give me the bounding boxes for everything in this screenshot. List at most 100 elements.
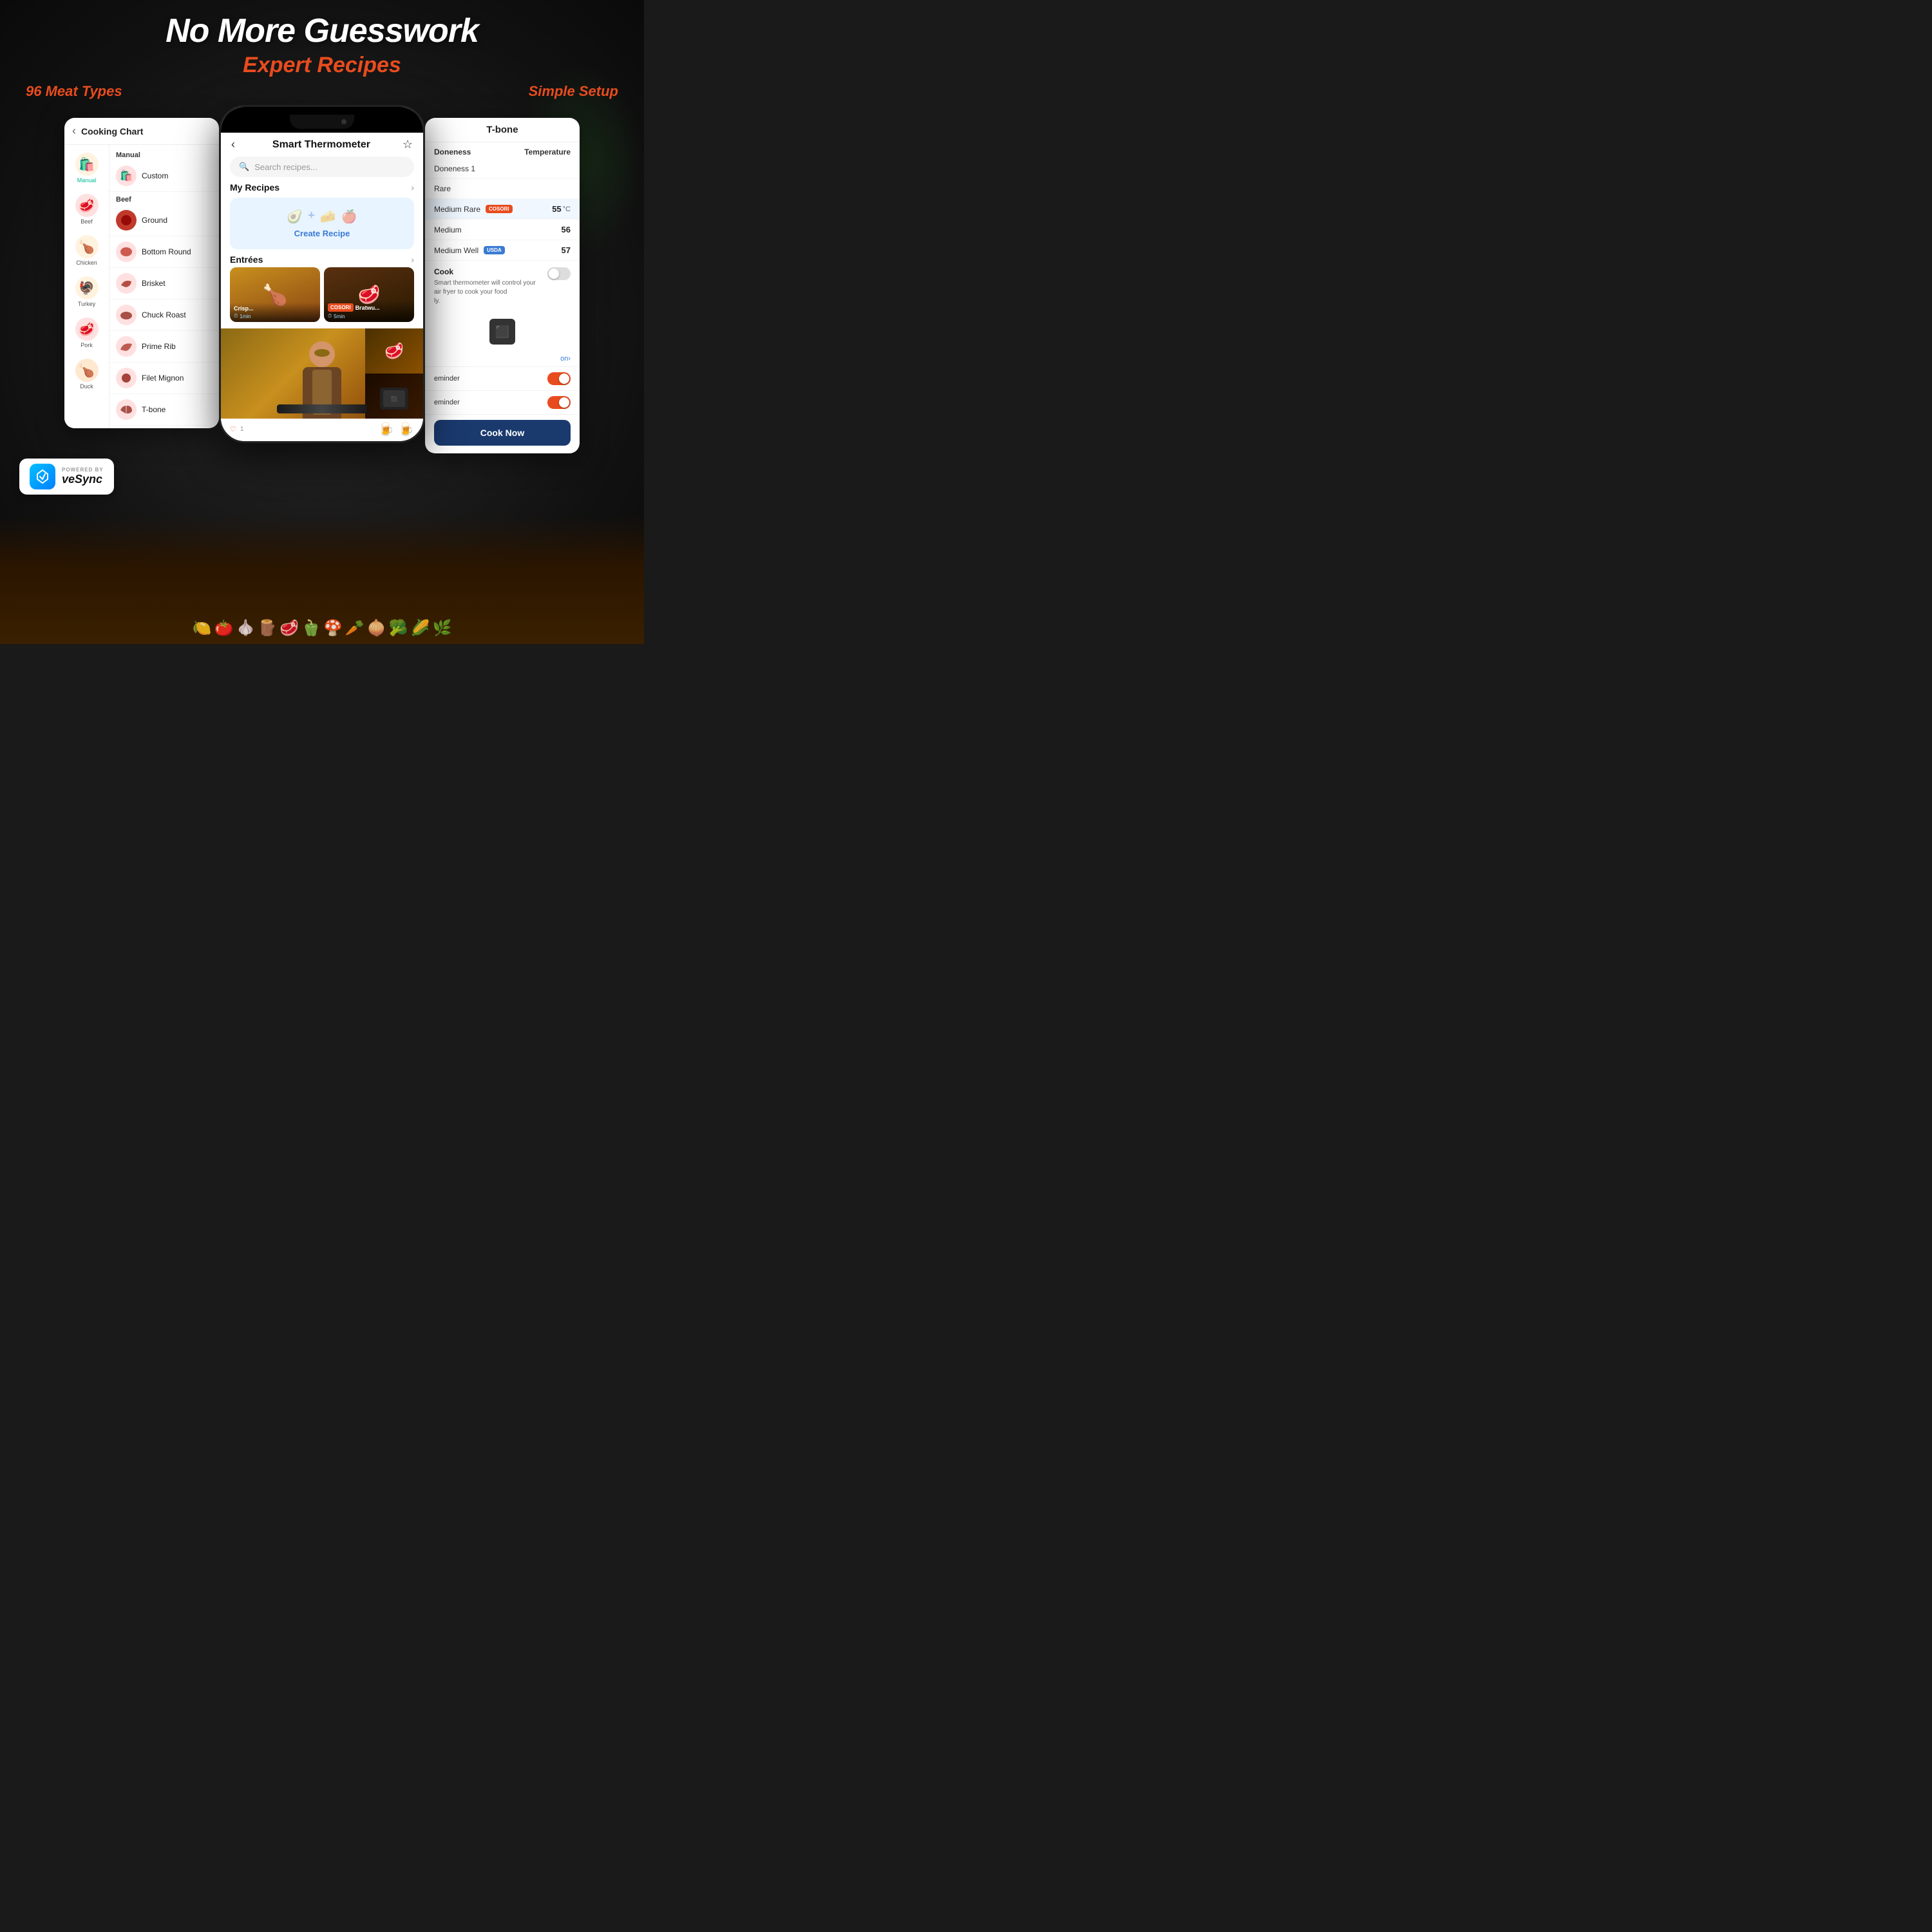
on-row[interactable]: on › <box>425 351 580 367</box>
chef-hair <box>314 349 330 357</box>
smart-cook-desc: Smart thermometer will control your air … <box>434 279 536 306</box>
doneness-row-medium-well[interactable]: Medium Well USDA 57 <box>425 240 580 261</box>
smart-cook-section: Cook Smart thermometer will control your… <box>425 261 580 312</box>
smart-cook-toggle[interactable] <box>547 267 571 280</box>
my-recipes-arrow[interactable]: › <box>411 182 414 193</box>
like-count: 1 <box>240 426 244 433</box>
temperature-col-header: Temperature <box>524 147 571 156</box>
phone-back-icon[interactable]: ‹ <box>231 138 235 151</box>
vegetable-decorations: 🍋 🍅 🧄 🪵 🥩 🫑 🍄 🥕 🧅 🥦 🌽 🌿 <box>0 528 644 644</box>
beef-icon: 🥩 <box>75 194 99 217</box>
doneness-row-1[interactable]: Doneness 1 <box>425 159 580 179</box>
recipe-card-right[interactable]: 🥩 COSORI Bratwu... ⏱ 5min <box>324 267 414 322</box>
categories-column: 🛍️ Manual 🥩 Beef 🍗 Chicken 🦃 Turkey 🥩 <box>64 145 109 428</box>
beer-bottle-2: 🍺 <box>398 421 414 437</box>
veggie-carrot: 🥕 <box>345 619 365 638</box>
cook-now-button[interactable]: Cook Now <box>434 420 571 446</box>
meat-item-prime-rib[interactable]: Prime Rib <box>109 331 219 363</box>
entrees-header: Entrées › <box>230 254 414 265</box>
doneness-col-header: Doneness <box>434 147 471 156</box>
medium-rare-name: Medium Rare <box>434 205 480 214</box>
doneness-1-name: Doneness 1 <box>434 164 475 173</box>
category-chicken[interactable]: 🍗 Chicken <box>64 230 109 271</box>
search-bar[interactable]: 🔍 Search recipes... <box>230 156 414 177</box>
panels-container: ‹ Cooking Chart 🛍️ Manual 🥩 Beef 🍗 Chick… <box>0 105 644 453</box>
bottom-round-icon <box>116 242 137 262</box>
left-section-label: 96 Meat Types <box>26 83 122 100</box>
apple-icon: 🍎 <box>341 209 357 225</box>
smart-cook-header: Cook Smart thermometer will control your… <box>434 267 571 306</box>
reminder-1-label: eminder <box>434 375 460 383</box>
meat-item-tbone[interactable]: T-bone <box>109 394 219 426</box>
chef-head <box>309 341 335 367</box>
filet-mignon-icon <box>116 368 137 388</box>
powered-by-badge: POWERED BY veSync <box>19 459 114 495</box>
meat-item-bottom-round[interactable]: Bottom Round <box>109 236 219 268</box>
rare-name: Rare <box>434 184 451 193</box>
veggie-herb: 🌿 <box>432 619 451 638</box>
category-duck-label: Duck <box>80 383 93 390</box>
doneness-row-rare[interactable]: Rare <box>425 179 580 199</box>
doneness-row-medium[interactable]: Medium 56 <box>425 220 580 240</box>
device-label: ⬛ <box>391 396 397 402</box>
create-recipe-label: Create Recipe <box>294 229 350 238</box>
my-recipes-header: My Recipes › <box>230 182 414 193</box>
sub-title: Expert Recipes <box>0 53 644 78</box>
doneness-row-medium-rare[interactable]: Medium Rare COSORI 55 °C <box>425 199 580 220</box>
create-icons-row: 🥑 + 🧀 🍎 <box>287 209 357 225</box>
smart-cook-desc-line1: Smart thermometer will control your <box>434 279 536 287</box>
back-icon[interactable]: ‹ <box>72 124 76 138</box>
brisket-icon <box>116 273 137 294</box>
recipe-name-left: Crisp... <box>234 305 316 312</box>
search-icon: 🔍 <box>239 162 249 172</box>
toggle-knob-smart-cook <box>549 269 559 279</box>
smart-cook-desc-line3: ly. <box>434 298 440 305</box>
tbone-panel-title: T-bone <box>486 124 518 135</box>
category-beef[interactable]: 🥩 Beef <box>64 189 109 230</box>
meat-item-brisket[interactable]: Brisket <box>109 268 219 299</box>
category-pork-label: Pork <box>80 342 93 348</box>
vesync-app-icon <box>30 464 55 489</box>
right-panel-header: T-bone <box>425 118 580 142</box>
veggie-onion: 🧅 <box>367 619 386 638</box>
category-turkey[interactable]: 🦃 Turkey <box>64 271 109 312</box>
phone-app-header: ‹ Smart Thermometer ☆ <box>221 133 423 156</box>
phone-fav-icon[interactable]: ☆ <box>402 138 413 151</box>
create-recipe-card[interactable]: 🥑 + 🧀 🍎 Create Recipe <box>230 198 414 249</box>
medium-well-name-row: Medium Well USDA <box>434 246 505 255</box>
bottom-section: POWERED BY veSync <box>0 453 644 500</box>
category-manual[interactable]: 🛍️ Manual <box>64 147 109 189</box>
meat-item-custom[interactable]: 🛍️ Custom <box>109 160 219 192</box>
veggie-broccoli: 🥦 <box>389 619 408 638</box>
cutting-board-icon: 🪵 <box>258 619 277 638</box>
doneness-header-row: Doneness Temperature <box>425 142 580 159</box>
recipe-name-right-row: COSORI Bratwu... <box>328 303 410 312</box>
meat-item-ground[interactable]: Ground <box>109 205 219 236</box>
brisket-name: Brisket <box>142 279 166 288</box>
category-beef-label: Beef <box>80 218 93 225</box>
header-section: No More Guesswork Expert Recipes <box>0 0 644 78</box>
phone-app-title: Smart Thermometer <box>240 139 402 151</box>
medium-rare-unit: °C <box>563 205 571 213</box>
meat-item-filet-mignon[interactable]: Filet Mignon <box>109 363 219 394</box>
beer-bottle-1: 🍺 <box>378 421 394 437</box>
reminder-1-toggle[interactable] <box>547 372 571 385</box>
left-panel-header: ‹ Cooking Chart <box>64 118 219 145</box>
medium-temp: 56 <box>562 225 571 234</box>
category-pork[interactable]: 🥩 Pork <box>64 312 109 354</box>
steak-icon: 🥩 <box>279 619 299 638</box>
veggie-corn: 🌽 <box>411 619 430 638</box>
device-icon: ⬛ <box>495 325 509 339</box>
search-placeholder-text: Search recipes... <box>254 162 317 172</box>
recipe-card-left[interactable]: 🍗 Crisp... ⏱ 1min <box>230 267 320 322</box>
reminder-2-toggle[interactable] <box>547 396 571 409</box>
turkey-icon: 🦃 <box>75 276 99 299</box>
chicken-icon: 🍗 <box>75 235 99 258</box>
meat-item-chuck-roast[interactable]: Chuck Roast <box>109 299 219 331</box>
right-section-label: Simple Setup <box>529 83 618 100</box>
beef-section-label: Beef <box>109 192 219 205</box>
on-label: on <box>560 355 568 363</box>
category-duck[interactable]: 🍗 Duck <box>64 354 109 395</box>
plus-icon: + <box>308 209 315 225</box>
entrees-arrow[interactable]: › <box>411 254 414 265</box>
